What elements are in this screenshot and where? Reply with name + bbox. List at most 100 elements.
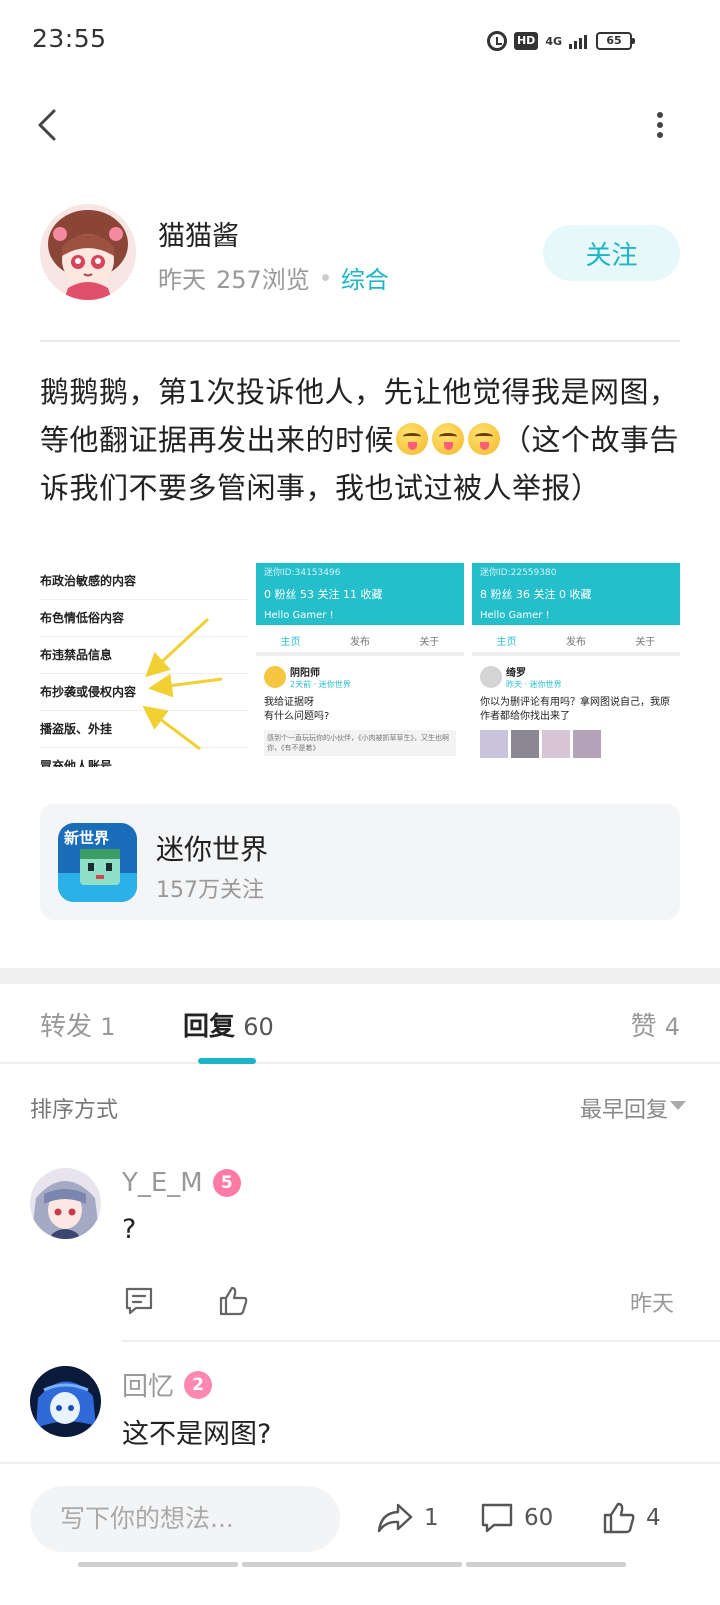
profile-tabs: 主页 发布 关于 [472,625,680,656]
post-views: 257浏览 [216,266,310,294]
level-badge: 2 [184,1370,213,1399]
post-image-1[interactable]: 布政治敏感的内容 布色情低俗内容 布违禁品信息 布抄袭或侵权内容 播盗版、外挂 … [40,563,248,767]
yummy-emoji-icon [396,423,429,455]
post-time: 昨天 [158,266,206,294]
user-sub: 昨天 · 迷你世界 [506,680,562,689]
tab-reply-count: 60 [243,1013,274,1041]
tab-like-count: 4 [664,1013,680,1041]
reply-icon[interactable] [122,1284,156,1318]
caret-down-icon[interactable] [670,1101,686,1110]
comment-text: ? [122,1214,137,1245]
sort-bar: 排序方式 最早回复 [0,1086,720,1126]
user-sub: 2天前 · 迷你世界 [290,680,351,689]
profile-stats: 0 粉丝 53 关注 11 收藏 [264,588,383,601]
tab-repost-count: 1 [100,1013,116,1041]
yellow-arrows [142,617,223,751]
sort-label: 排序方式 [30,1098,119,1123]
home-indicator [78,1562,626,1567]
comment-button[interactable]: 60 [480,1498,553,1538]
signal-icon [569,33,587,49]
game-name: 迷你世界 [156,833,269,866]
profile-header: 迷你ID:22559380 8 粉丝 36 关注 0 收藏 Hello Game… [472,563,680,625]
profile-tab: 关于 [419,637,440,648]
comment-item: Y_E_M 5 ? 昨天 [0,1168,720,1348]
level-badge: 5 [212,1169,241,1197]
profile-post: 绮罗 昨天 · 迷你世界 你以为删评论有用吗？拿网图说自己，我原作者都给你找出来… [472,656,680,766]
thumbs-up-icon[interactable] [216,1284,250,1318]
tab-repost-label: 转发 [40,1012,93,1042]
tab-repost[interactable]: 转发 1 [40,1006,116,1043]
post-body: 鹅鹅鹅，第1次投诉他人，先让他觉得我是网图，等他翻证据再发出来的时候 （这个故事告… [40,368,680,512]
yummy-emoji-icon [432,423,465,455]
comment-icon [481,1503,513,1533]
profile-tabs: 主页 发布 关于 [256,625,464,656]
tab-reply[interactable]: 回复 60 [183,1006,274,1043]
profile-hello: Hello Gamer ! [480,610,550,621]
game-followers: 157万关注 [156,878,264,903]
profile-tab: 发布 [349,637,370,648]
share-count: 1 [424,1505,439,1531]
user-name: 绮罗 [506,668,526,679]
tab-like[interactable]: 赞 4 [630,1006,680,1043]
battery-icon: 65 [596,32,635,50]
profile-id: 迷你ID:34153496 [264,568,341,578]
profile-id: 迷你ID:22559380 [480,568,557,578]
profile-hello: Hello Gamer ! [264,610,334,621]
more-options-icon[interactable] [650,110,670,140]
network-type: 4G [545,34,562,48]
like-button[interactable]: 4 [602,1498,661,1538]
comment-input[interactable]: 写下你的想法... [30,1486,340,1552]
commenter-name[interactable]: 回忆 [122,1366,174,1403]
post-meta: 昨天 257浏览 综合 [158,260,389,295]
game-icon: 新世界 [58,823,137,902]
profile-tab: 发布 [565,637,586,648]
tab-indicator [198,1058,256,1064]
profile-tab: 主页 [280,637,301,648]
follow-button[interactable]: 关注 [543,225,680,281]
share-icon [377,1503,413,1533]
profile-post: 阴阳师 2天前 · 迷你世界 我给证据呀 有什么问题吗? 感到个一直玩玩你的小伙… [256,656,464,764]
comment-time: 昨天 [629,1292,674,1317]
hd-icon: HD [513,32,539,50]
post-line: 你以为删评论有用吗？拿网图说自己，我原作者都给你找出来了 [480,697,670,722]
commenter-avatar[interactable] [30,1366,101,1437]
tab-like-label: 赞 [630,1012,657,1042]
thumbs-up-icon [603,1502,635,1534]
user-avatar [264,666,286,688]
author-name[interactable]: 猫猫酱 [158,214,239,253]
comment-item: 回忆 2 这不是网图? [0,1366,720,1462]
commenter-name-row: Y_E_M 5 [122,1168,241,1198]
alarm-icon [486,31,507,51]
status-time: 23:55 [32,24,107,53]
game-icon-text: 新世界 [64,829,109,847]
author-avatar[interactable] [40,204,136,300]
post-line: 有什么问题吗? [264,711,330,722]
bottom-action-bar: 写下你的想法... 1 60 4 [0,1462,720,1605]
status-icons: HD 4G 65 [486,28,635,54]
divider [40,340,680,342]
commenter-name[interactable]: Y_E_M [122,1168,203,1198]
post-tabs: 转发 1 回复 60 赞 4 [0,984,720,1064]
post-line: 我给证据呀 [264,697,314,708]
like-count: 4 [646,1505,661,1531]
post-topic[interactable]: 综合 [341,260,389,295]
section-divider [0,968,720,984]
commenter-avatar[interactable] [30,1168,101,1239]
back-icon[interactable] [30,105,70,145]
profile-header: 迷你ID:34153496 0 粉丝 53 关注 11 收藏 Hello Gam… [256,563,464,625]
commenter-name-row: 回忆 2 [122,1366,213,1403]
post-image-3[interactable]: 迷你ID:22559380 8 粉丝 36 关注 0 收藏 Hello Game… [472,563,680,767]
comment-actions: 昨天 [122,1284,682,1320]
sort-dropdown[interactable]: 最早回复 [580,1092,668,1124]
comment-text: 这不是网图? [122,1419,272,1450]
yummy-emoji-icon [468,423,501,455]
tab-reply-label: 回复 [183,1012,236,1042]
post-image-2[interactable]: 迷你ID:34153496 0 粉丝 53 关注 11 收藏 Hello Gam… [256,563,464,767]
post-images: 布政治敏感的内容 布色情低俗内容 布违禁品信息 布抄袭或侵权内容 播盗版、外挂 … [40,563,680,767]
post-author: 猫猫酱 昨天 257浏览 综合 关注 [40,204,680,304]
share-button[interactable]: 1 [376,1498,439,1538]
comment-count: 60 [524,1505,554,1531]
profile-tab: 主页 [496,637,517,648]
top-nav [0,90,720,160]
game-card[interactable]: 新世界 迷你世界 157万关注 [40,804,680,920]
